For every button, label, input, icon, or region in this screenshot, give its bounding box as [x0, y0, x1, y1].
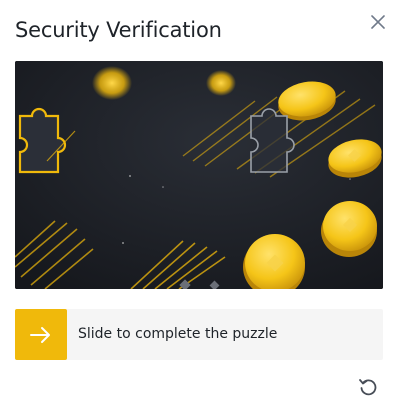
arrow-right-icon	[30, 326, 50, 343]
security-verification-dialog: Security Verification Slide to complete …	[0, 0, 400, 414]
puzzle-image	[15, 61, 383, 289]
refresh-button[interactable]	[357, 376, 379, 398]
dialog-title: Security Verification	[15, 18, 222, 42]
refresh-icon	[359, 379, 377, 396]
puzzle-slot	[250, 108, 295, 173]
close-button[interactable]	[366, 10, 390, 34]
slider-label: Slide to complete the puzzle	[78, 326, 278, 342]
close-icon	[371, 15, 385, 29]
slider-handle[interactable]	[15, 309, 67, 360]
slider-track[interactable]: Slide to complete the puzzle	[15, 309, 383, 360]
